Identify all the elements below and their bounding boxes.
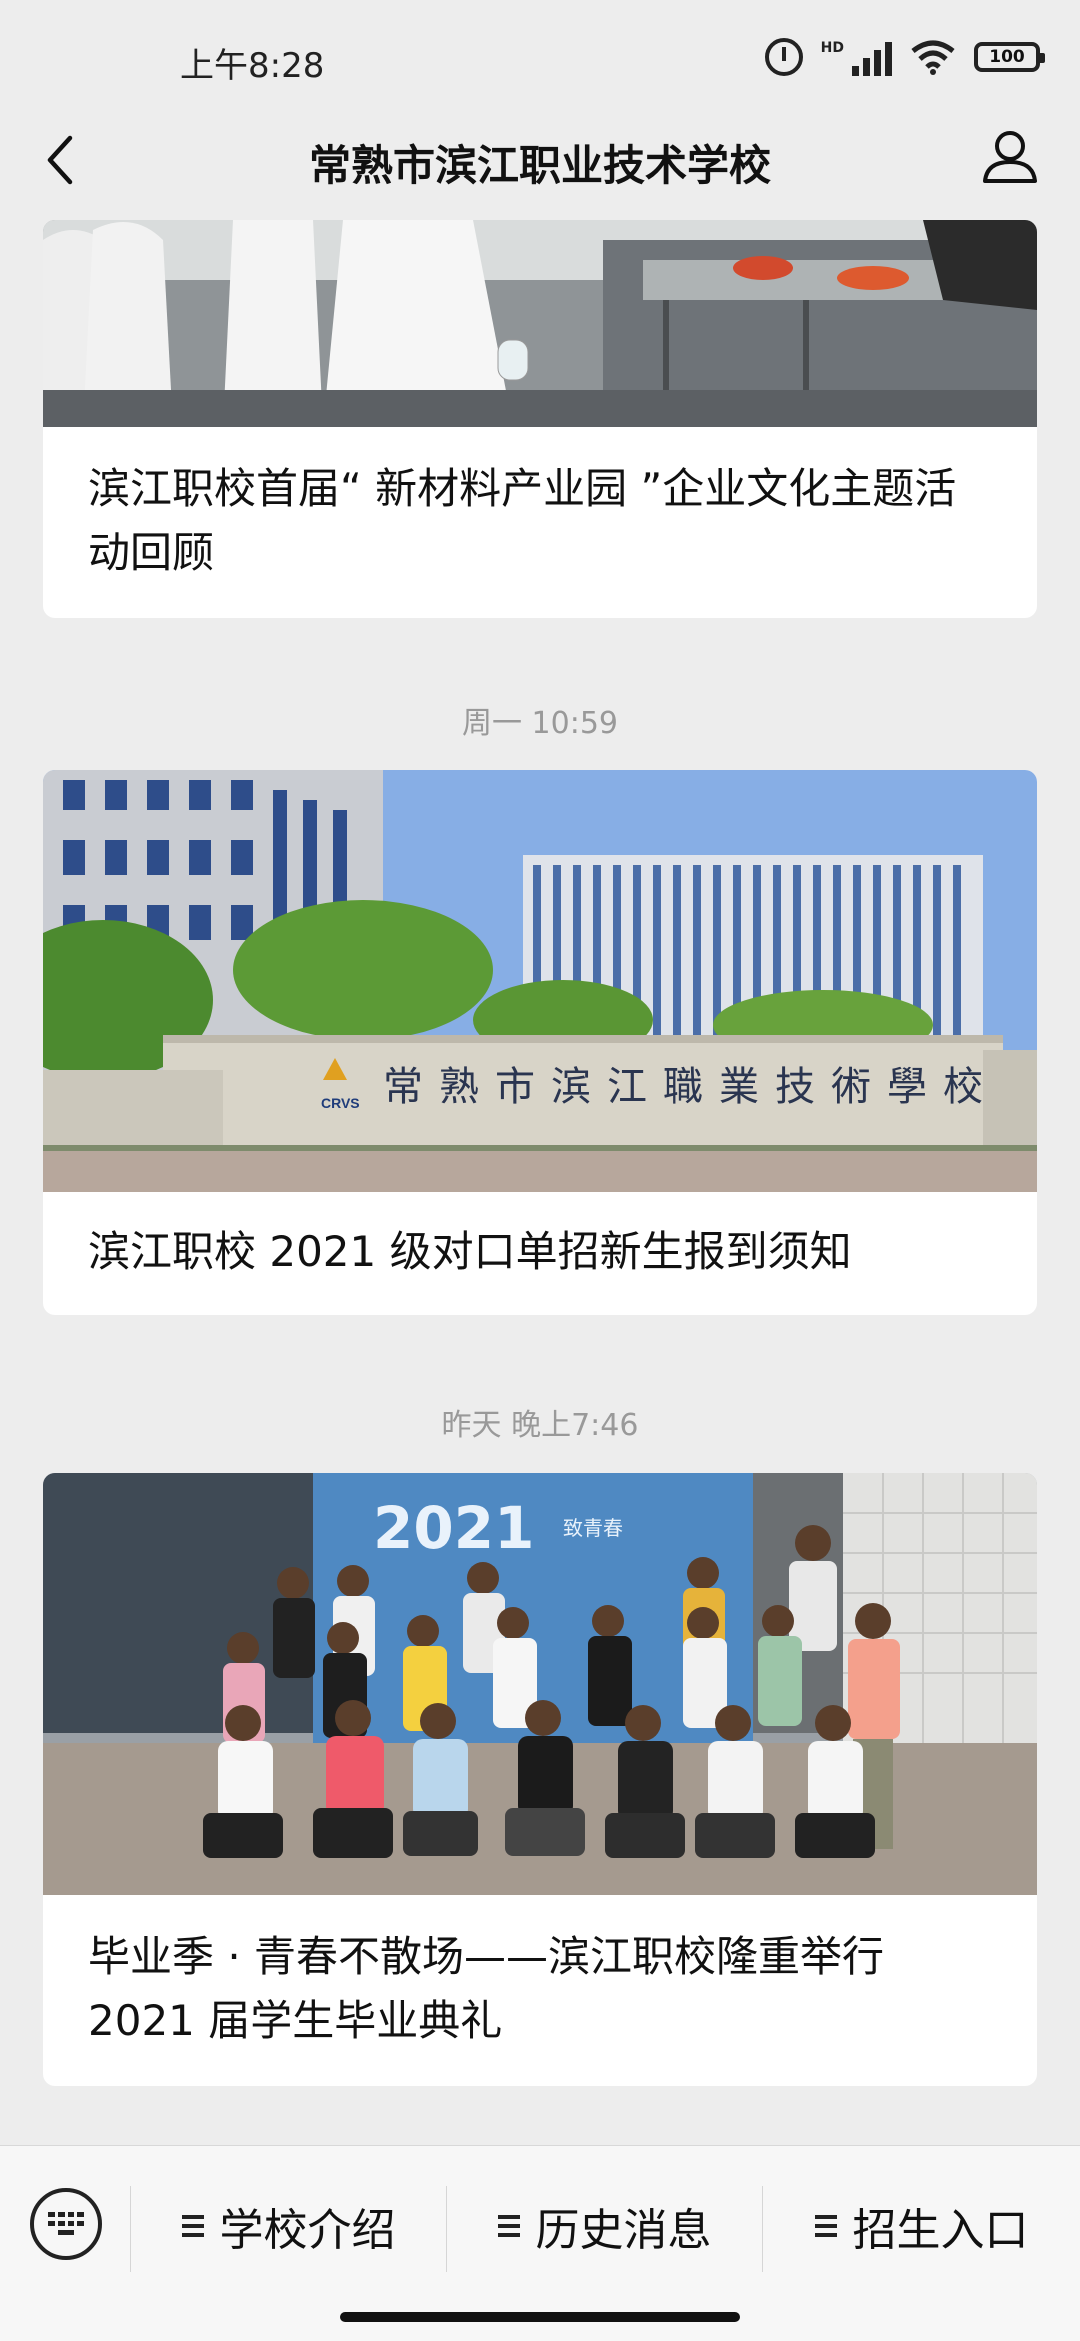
campus-gate-photo-icon: CRVS 常熟市滨江職業技術學校: [43, 770, 1037, 1192]
menu-lines-icon: [814, 2215, 837, 2237]
network-type-label: HD: [820, 40, 844, 56]
message-timestamp: 昨天 晚上7:46: [441, 1408, 639, 1443]
article-card[interactable]: 2021 致青春 毕业季 · 青春不散场——滨江职校隆重举行 2021 届学生毕…: [43, 1473, 1037, 2086]
keyboard-toggle-icon[interactable]: [30, 2188, 102, 2260]
banner-year-text: 2021: [373, 1494, 534, 1562]
page-title: 常熟市滨江职业技术学校: [308, 141, 771, 190]
nav-bar: 常熟市滨江职业技术学校: [0, 100, 1080, 220]
cell-signal-icon: [852, 38, 892, 76]
menu-enrollment[interactable]: 招生入口: [763, 2186, 1080, 2266]
message-feed[interactable]: 滨江职校首届“ 新材料产业园 ”企业文化主题活动回顾 周一 10:59 CRVS…: [0, 220, 1080, 2145]
article-card[interactable]: CRVS 常熟市滨江職業技術學校 滨江职校 2021 级对口单招新生报到须知: [43, 770, 1037, 1315]
status-icons: HD 100: [764, 38, 1045, 76]
message-timestamp: 周一 10:59: [462, 706, 618, 741]
menu-history-messages[interactable]: 历史消息: [447, 2186, 762, 2266]
menu-label: 招生入口: [852, 2205, 1029, 2256]
article-title[interactable]: 滨江职校 2021 级对口单招新生报到须知: [43, 1192, 1037, 1284]
graduation-photo-icon: 2021 致青春: [43, 1473, 1037, 1895]
menu-label: 学校介绍: [219, 2205, 396, 2256]
wifi-icon: [910, 39, 956, 75]
banner-sub-text: 致青春: [563, 1516, 623, 1540]
home-indicator[interactable]: [340, 2312, 740, 2322]
menu-lines-icon: [181, 2215, 204, 2237]
lab-photo-icon: [43, 220, 1037, 427]
gate-logo-text: CRVS: [321, 1095, 360, 1111]
profile-icon[interactable]: [980, 126, 1040, 186]
battery-icon: 100: [974, 42, 1045, 72]
menu-school-intro[interactable]: 学校介绍: [131, 2186, 446, 2266]
status-time: 上午8:28: [180, 46, 325, 86]
article-title[interactable]: 滨江职校首届“ 新材料产业园 ”企业文化主题活动回顾: [43, 427, 1037, 585]
article-card[interactable]: 滨江职校首届“ 新材料产业园 ”企业文化主题活动回顾: [43, 220, 1037, 618]
article-title[interactable]: 毕业季 · 青春不散场——滨江职校隆重举行 2021 届学生毕业典礼: [43, 1895, 1037, 2053]
menu-lines-icon: [497, 2215, 520, 2237]
alarm-icon: [764, 38, 803, 76]
menu-label: 历史消息: [535, 2205, 712, 2256]
gate-sign-text: 常熟市滨江職業技術學校: [383, 1064, 999, 1110]
